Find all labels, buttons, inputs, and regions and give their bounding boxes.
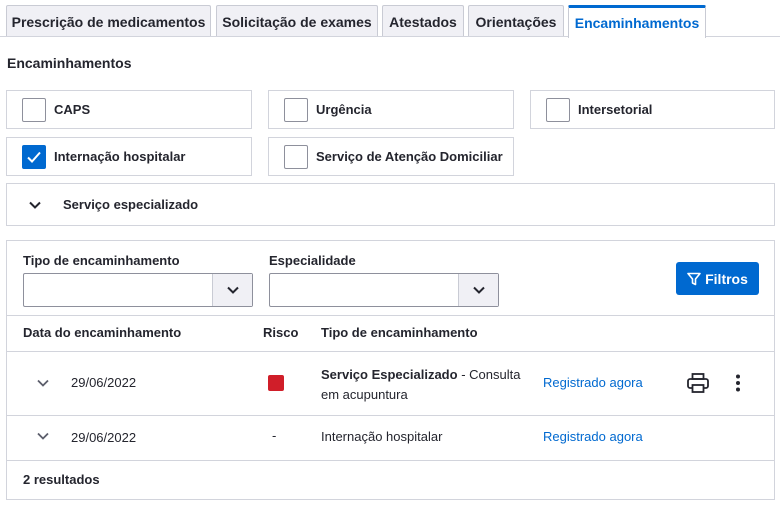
checkbox-caps[interactable]: CAPS <box>6 90 252 129</box>
tab-bar: Prescrição de medicamentos Solicitação d… <box>0 0 780 38</box>
accordion-label: Serviço especializado <box>63 197 199 212</box>
select-caret[interactable] <box>212 274 252 306</box>
checkbox-box[interactable] <box>284 97 308 122</box>
chevron-down-icon <box>37 379 49 387</box>
expand-row-button[interactable] <box>29 369 57 397</box>
row-tipo: Internação hospitalar <box>321 429 443 444</box>
chevron-down-icon <box>37 432 49 440</box>
table-row: 29/06/2022 - Internação hospitalar Regis… <box>7 416 774 460</box>
col-header-risco: Risco <box>263 325 299 340</box>
checkbox-label: Internação hospitalar <box>54 149 186 164</box>
checkbox-atencao-domiciliar[interactable]: Serviço de Atenção Domiciliar <box>268 137 514 176</box>
filters-button[interactable]: Filtros <box>676 262 759 295</box>
checkbox-label: Serviço de Atenção Domiciliar <box>316 149 503 164</box>
chevron-down-icon <box>472 286 485 294</box>
row-tipo-bold: Serviço Especializado <box>321 367 458 382</box>
filters-button-label: Filtros <box>705 270 748 287</box>
chevron-down-icon <box>29 201 41 209</box>
section-title: Encaminhamentos <box>7 55 132 71</box>
tab-atestados[interactable]: Atestados <box>382 5 464 37</box>
checkbox-label: Urgência <box>316 102 372 117</box>
result-count: 2 resultados <box>23 472 100 487</box>
filter-especialidade-label: Especialidade <box>269 253 356 268</box>
tab-solicitacao-exames[interactable]: Solicitação de exames <box>216 5 378 37</box>
more-options-button[interactable] <box>724 369 752 397</box>
tab-encaminhamentos[interactable]: Encaminhamentos <box>568 5 706 38</box>
filter-especialidade-select[interactable] <box>269 273 499 307</box>
checkbox-label: Intersetorial <box>578 102 653 117</box>
checkbox-intersetorial[interactable]: Intersetorial <box>530 90 775 129</box>
checkbox-label: CAPS <box>54 102 91 117</box>
row-risk-empty: - <box>272 428 277 443</box>
checkbox-box[interactable] <box>284 144 308 169</box>
col-header-tipo: Tipo de encaminhamento <box>321 325 478 340</box>
tab-prescricao[interactable]: Prescrição de medicamentos <box>6 5 211 37</box>
checkbox-internacao-hospitalar[interactable]: Internação hospitalar <box>6 137 252 176</box>
row-date: 29/06/2022 <box>71 430 137 445</box>
expand-row-button[interactable] <box>29 422 57 450</box>
row-tipo: Serviço Especializado - Consulta em acup… <box>321 365 531 405</box>
print-icon <box>687 373 709 393</box>
referrals-table-panel: Tipo de encaminhamento Especialidade Fil… <box>6 240 775 500</box>
checkbox-box[interactable] <box>546 97 570 122</box>
filter-icon <box>687 272 701 285</box>
print-button[interactable] <box>684 369 712 397</box>
col-header-data: Data do encaminhamento <box>23 325 182 340</box>
checkbox-urgencia[interactable]: Urgência <box>268 90 514 129</box>
row-status-link[interactable]: Registrado agora <box>543 429 643 444</box>
row-date: 29/06/2022 <box>71 375 137 390</box>
risk-indicator-red <box>268 375 284 391</box>
checkbox-box-checked[interactable] <box>22 144 46 169</box>
row-status-link[interactable]: Registrado agora <box>543 375 643 390</box>
check-icon <box>27 151 41 163</box>
select-caret[interactable] <box>458 274 498 306</box>
divider <box>7 460 774 461</box>
divider <box>7 315 774 316</box>
more-vertical-icon <box>736 374 740 392</box>
checkbox-box[interactable] <box>22 97 46 122</box>
table-row: 29/06/2022 Serviço Especializado - Consu… <box>7 352 774 415</box>
accordion-servico-especializado[interactable]: Serviço especializado <box>6 183 775 226</box>
filter-tipo-select[interactable] <box>23 273 253 307</box>
filter-tipo-label: Tipo de encaminhamento <box>23 253 180 268</box>
chevron-down-icon <box>226 286 239 294</box>
tab-orientacoes[interactable]: Orientações <box>468 5 564 37</box>
